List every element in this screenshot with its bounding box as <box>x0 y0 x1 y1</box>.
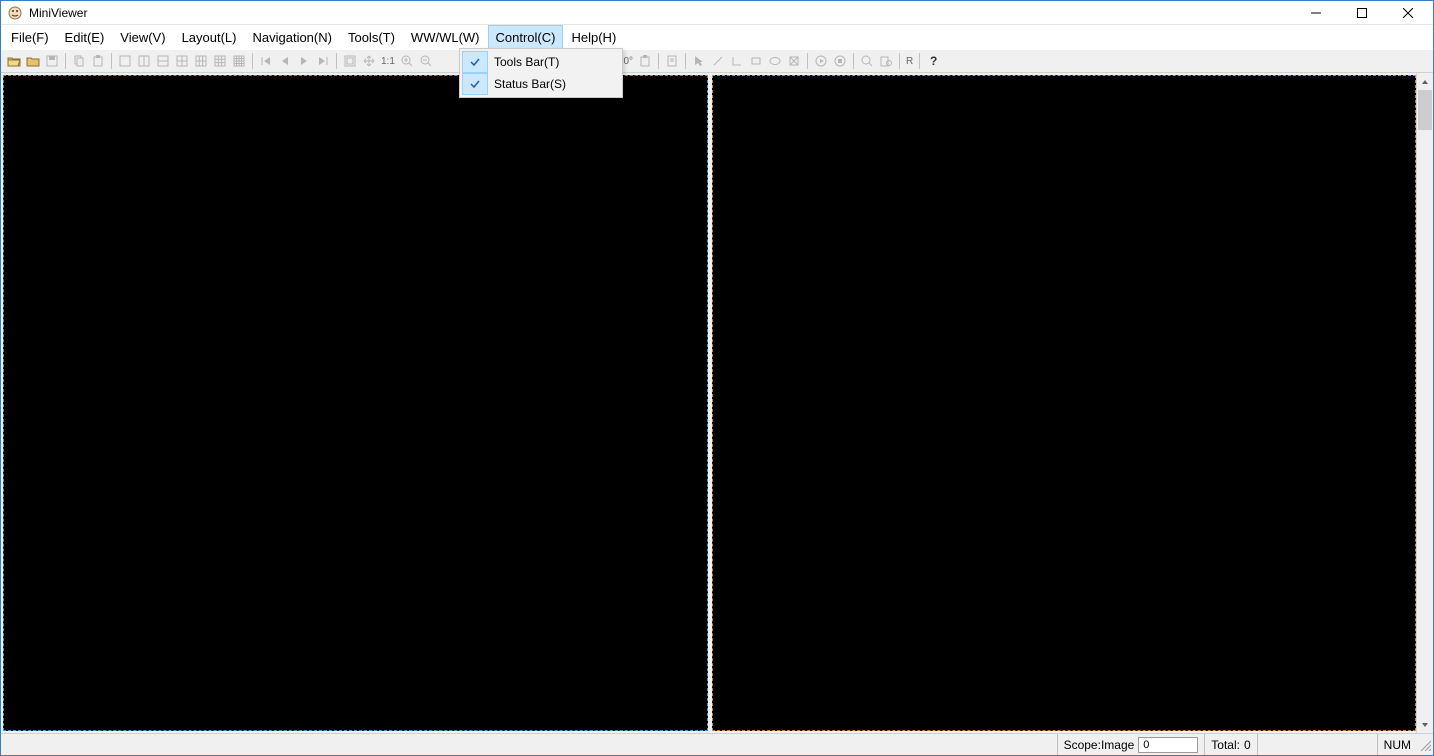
menu-label: Help(H) <box>571 30 616 45</box>
menu-view[interactable]: View(V) <box>112 25 173 49</box>
layout-1x2-icon[interactable] <box>135 52 153 70</box>
line-tool-icon[interactable] <box>709 52 727 70</box>
clipboard-icon[interactable] <box>636 52 654 70</box>
check-icon <box>462 73 488 95</box>
status-scope: Scope:Image 0 <box>1057 734 1205 755</box>
reset-label[interactable]: R <box>904 56 915 67</box>
layout-2x2-icon[interactable] <box>173 52 191 70</box>
menu-label: Edit(E) <box>65 30 105 45</box>
ellipse-tool-icon[interactable] <box>766 52 784 70</box>
layout-4x4-icon[interactable] <box>230 52 248 70</box>
toolbar-separator <box>807 53 808 69</box>
paste-icon[interactable] <box>89 52 107 70</box>
rect-tool-icon[interactable] <box>747 52 765 70</box>
toolbar-separator <box>111 53 112 69</box>
toolbar-separator <box>336 53 337 69</box>
help-icon[interactable]: ? <box>924 52 942 70</box>
nav-first-icon[interactable] <box>257 52 275 70</box>
dropdown-label: Status Bar(S) <box>494 77 620 91</box>
menu-control[interactable]: Control(C) <box>488 25 564 49</box>
info-icon[interactable] <box>663 52 681 70</box>
search-icon[interactable] <box>858 52 876 70</box>
dropdown-item-status-bar[interactable]: Status Bar(S) <box>462 73 620 95</box>
copy-icon[interactable] <box>70 52 88 70</box>
menu-wwwl[interactable]: WW/WL(W) <box>403 25 488 49</box>
status-num-lock: NUM <box>1377 734 1417 755</box>
toolbar-separator <box>919 53 920 69</box>
menu-tools[interactable]: Tools(T) <box>340 25 403 49</box>
scroll-down-icon[interactable] <box>1417 716 1433 733</box>
status-total-value: 0 <box>1244 738 1251 752</box>
open-folder-icon[interactable] <box>24 52 42 70</box>
menu-label: Layout(L) <box>182 30 237 45</box>
svg-text:?: ? <box>930 54 937 68</box>
viewer-panes <box>1 73 1416 733</box>
zoom-in-icon[interactable] <box>398 52 416 70</box>
status-num-label: NUM <box>1384 738 1411 752</box>
resize-grip[interactable] <box>1417 734 1433 755</box>
pointer-icon[interactable] <box>690 52 708 70</box>
menu-help[interactable]: Help(H) <box>563 25 624 49</box>
minimize-button[interactable] <box>1293 1 1339 25</box>
scroll-thumb[interactable] <box>1418 90 1432 130</box>
maximize-button[interactable] <box>1339 1 1385 25</box>
status-bar: Scope:Image 0 Total: 0 NUM <box>1 733 1433 755</box>
dropdown-label: Tools Bar(T) <box>494 55 620 69</box>
play-icon[interactable] <box>812 52 830 70</box>
window-title: MiniViewer <box>29 6 87 20</box>
layout-3x2-icon[interactable] <box>192 52 210 70</box>
close-button[interactable] <box>1385 1 1431 25</box>
layout-1x1-icon[interactable] <box>116 52 134 70</box>
toolbar: 1:1 90° R ? <box>1 49 1433 73</box>
toolbar-separator <box>685 53 686 69</box>
toolbar-separator <box>252 53 253 69</box>
control-dropdown: Tools Bar(T) Status Bar(S) <box>459 48 623 98</box>
app-icon <box>7 5 23 21</box>
menu-label: View(V) <box>120 30 165 45</box>
nav-last-icon[interactable] <box>314 52 332 70</box>
stop-icon[interactable] <box>831 52 849 70</box>
toolbar-separator <box>658 53 659 69</box>
delete-annotation-icon[interactable] <box>785 52 803 70</box>
toolbar-separator <box>853 53 854 69</box>
status-spacer <box>1257 734 1377 755</box>
nav-next-icon[interactable] <box>295 52 313 70</box>
save-icon[interactable] <box>43 52 61 70</box>
menu-layout[interactable]: Layout(L) <box>174 25 245 49</box>
menu-bar: File(F) Edit(E) View(V) Layout(L) Naviga… <box>1 25 1433 49</box>
title-bar: MiniViewer <box>1 1 1433 25</box>
window-controls <box>1293 1 1431 25</box>
fit-window-icon[interactable] <box>341 52 359 70</box>
menu-label: Tools(T) <box>348 30 395 45</box>
status-total: Total: 0 <box>1204 734 1256 755</box>
pan-icon[interactable] <box>360 52 378 70</box>
image-pane-left[interactable] <box>3 75 708 731</box>
layout-2x1-icon[interactable] <box>154 52 172 70</box>
layout-3x3-icon[interactable] <box>211 52 229 70</box>
status-scope-label: Scope:Image <box>1064 738 1135 752</box>
menu-label: WW/WL(W) <box>411 30 480 45</box>
nav-prev-icon[interactable] <box>276 52 294 70</box>
menu-navigation[interactable]: Navigation(N) <box>244 25 339 49</box>
angle-tool-icon[interactable] <box>728 52 746 70</box>
menu-label: Control(C) <box>496 30 556 45</box>
menu-label: File(F) <box>11 30 49 45</box>
dropdown-item-tools-bar[interactable]: Tools Bar(T) <box>462 51 620 73</box>
check-icon <box>462 51 488 73</box>
scroll-up-icon[interactable] <box>1417 73 1433 90</box>
content-area <box>1 73 1433 733</box>
ratio-label[interactable]: 1:1 <box>379 56 397 67</box>
zoom-out-icon[interactable] <box>417 52 435 70</box>
image-pane-right[interactable] <box>712 75 1417 731</box>
status-scope-value: 0 <box>1138 737 1198 753</box>
toolbar-separator <box>899 53 900 69</box>
menu-edit[interactable]: Edit(E) <box>57 25 113 49</box>
status-total-label: Total: <box>1211 738 1240 752</box>
open-folder-alt-icon[interactable] <box>5 52 23 70</box>
menu-file[interactable]: File(F) <box>3 25 57 49</box>
menu-label: Navigation(N) <box>252 30 331 45</box>
toolbar-separator <box>65 53 66 69</box>
preview-icon[interactable] <box>877 52 895 70</box>
vertical-scrollbar[interactable] <box>1416 73 1433 733</box>
